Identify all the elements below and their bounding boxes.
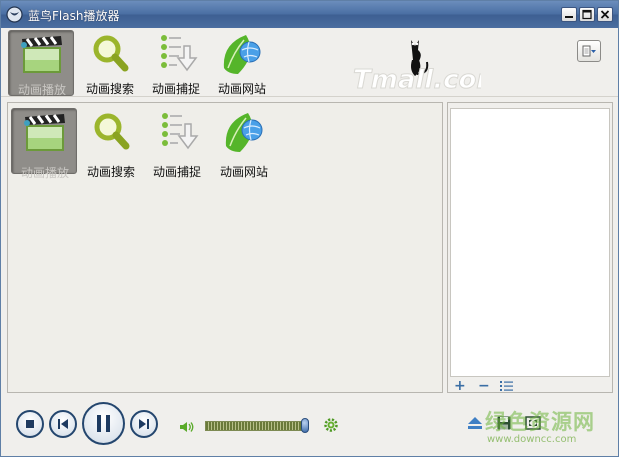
toolbar-website-label: 动画网站 [217, 82, 266, 96]
stop-button[interactable] [16, 410, 44, 438]
volume-slider-thumb[interactable] [301, 418, 309, 433]
toolbar-capture-label: 动画捕捉 [151, 82, 200, 96]
toolbar-capture-button[interactable]: 动画捕捉 [143, 30, 209, 96]
capture-list-icon [161, 35, 198, 72]
main-search-label: 动画搜索 [86, 165, 135, 179]
watermark-text: 绿色资源网 [485, 410, 595, 434]
pause-icon [97, 415, 110, 432]
next-icon [139, 419, 149, 429]
maximize-button[interactable] [579, 7, 595, 22]
previous-button[interactable] [49, 410, 77, 438]
settings-icon[interactable] [323, 417, 339, 433]
clapperboard-icon [21, 36, 62, 73]
window-title: 蓝鸟Flash播放器 [28, 9, 120, 23]
main-website-button[interactable]: 动画网站 [211, 108, 277, 179]
playlist-add-button[interactable]: + [454, 379, 466, 393]
options-menu-button[interactable] [577, 40, 601, 62]
app-logo-icon [6, 6, 23, 23]
toolbar-search-button[interactable]: 动画搜索 [77, 30, 143, 96]
eject-icon[interactable] [467, 416, 483, 430]
close-button[interactable] [597, 7, 613, 22]
toolbar-play-button[interactable]: 动画播放 [8, 30, 74, 97]
playlist-panel: + − [447, 102, 613, 393]
playlist-remove-button[interactable]: − [478, 379, 490, 393]
capture-list-icon [162, 113, 199, 150]
minimize-button[interactable] [561, 7, 577, 22]
volume-icon[interactable] [179, 420, 195, 434]
magnifier-icon [93, 35, 129, 72]
main-capture-label: 动画捕捉 [152, 165, 201, 179]
list-icon[interactable] [500, 380, 514, 392]
main-toolbar: 动画播放 动画搜索 动画捕捉 动画网站 Tmall.co [1, 28, 618, 97]
main-content-area: 动画播放 动画搜索 动画捕捉 动画网站 [7, 102, 443, 393]
previous-icon [58, 419, 68, 429]
clapperboard-icon [24, 114, 65, 151]
menu-dropdown-icon [582, 45, 596, 57]
next-button[interactable] [130, 410, 158, 438]
title-bar[interactable]: 蓝鸟Flash播放器 [1, 1, 618, 28]
player-window: 蓝鸟Flash播放器 动画播放 动画搜索 动画捕捉 动画网站 Tmall.co … [0, 0, 619, 457]
main-search-button[interactable]: 动画搜索 [78, 108, 144, 179]
tmall-logo: Tmall.com [353, 40, 481, 94]
stop-icon [26, 420, 34, 428]
pause-button[interactable] [82, 402, 125, 445]
tmall-logo-text: Tmall.com [353, 65, 481, 94]
magnifier-icon [94, 113, 130, 150]
watermark: 绿色资源网 www.downcc.com [485, 406, 615, 452]
globe-leaf-icon [225, 113, 263, 152]
toolbar-search-label: 动画搜索 [85, 82, 134, 96]
toolbar-play-label: 动画播放 [17, 83, 66, 97]
watermark-url: www.downcc.com [487, 434, 577, 445]
globe-leaf-icon [223, 35, 261, 74]
main-play-button[interactable]: 动画播放 [11, 108, 77, 180]
main-capture-button[interactable]: 动画捕捉 [144, 108, 210, 179]
playlist-box[interactable] [450, 108, 610, 377]
main-website-label: 动画网站 [219, 165, 268, 179]
volume-slider-track[interactable] [205, 421, 307, 431]
toolbar-website-button[interactable]: 动画网站 [209, 30, 275, 96]
main-play-label: 动画播放 [20, 166, 69, 180]
